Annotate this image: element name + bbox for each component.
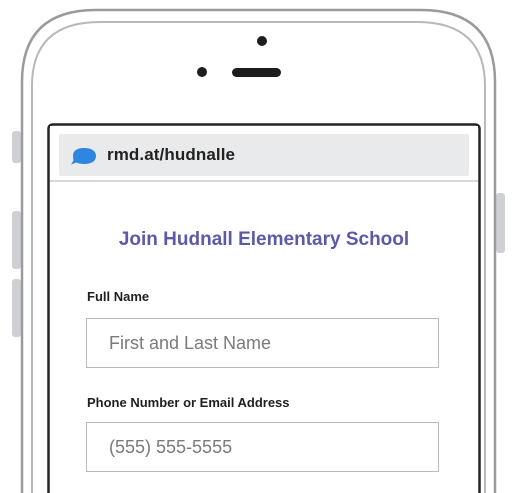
side-button-left-low xyxy=(12,279,21,337)
phone-screen: rmd.at/hudnalle Join Hudnall Elementary … xyxy=(50,126,478,493)
chat-bubble-icon xyxy=(71,148,96,165)
full-name-label: Full Name xyxy=(87,289,150,304)
front-camera-icon xyxy=(257,36,267,46)
page-title: Join Hudnall Elementary School xyxy=(118,229,410,250)
side-button-left-mid xyxy=(12,211,21,269)
url-text: rmd.at/hudnalle xyxy=(107,145,236,164)
side-button-left-top xyxy=(12,131,21,163)
contact-label: Phone Number or Email Address xyxy=(87,395,290,410)
phone-mockup: rmd.at/hudnalle Join Hudnall Elementary … xyxy=(0,0,517,493)
sensor-dot-icon xyxy=(197,67,207,77)
full-name-input[interactable] xyxy=(86,318,439,368)
side-button-right xyxy=(496,193,505,253)
url-bar-divider xyxy=(50,180,478,182)
phone-or-email-input[interactable] xyxy=(86,422,439,472)
speaker-grille xyxy=(232,68,281,77)
url-bar[interactable]: rmd.at/hudnalle xyxy=(59,134,469,176)
